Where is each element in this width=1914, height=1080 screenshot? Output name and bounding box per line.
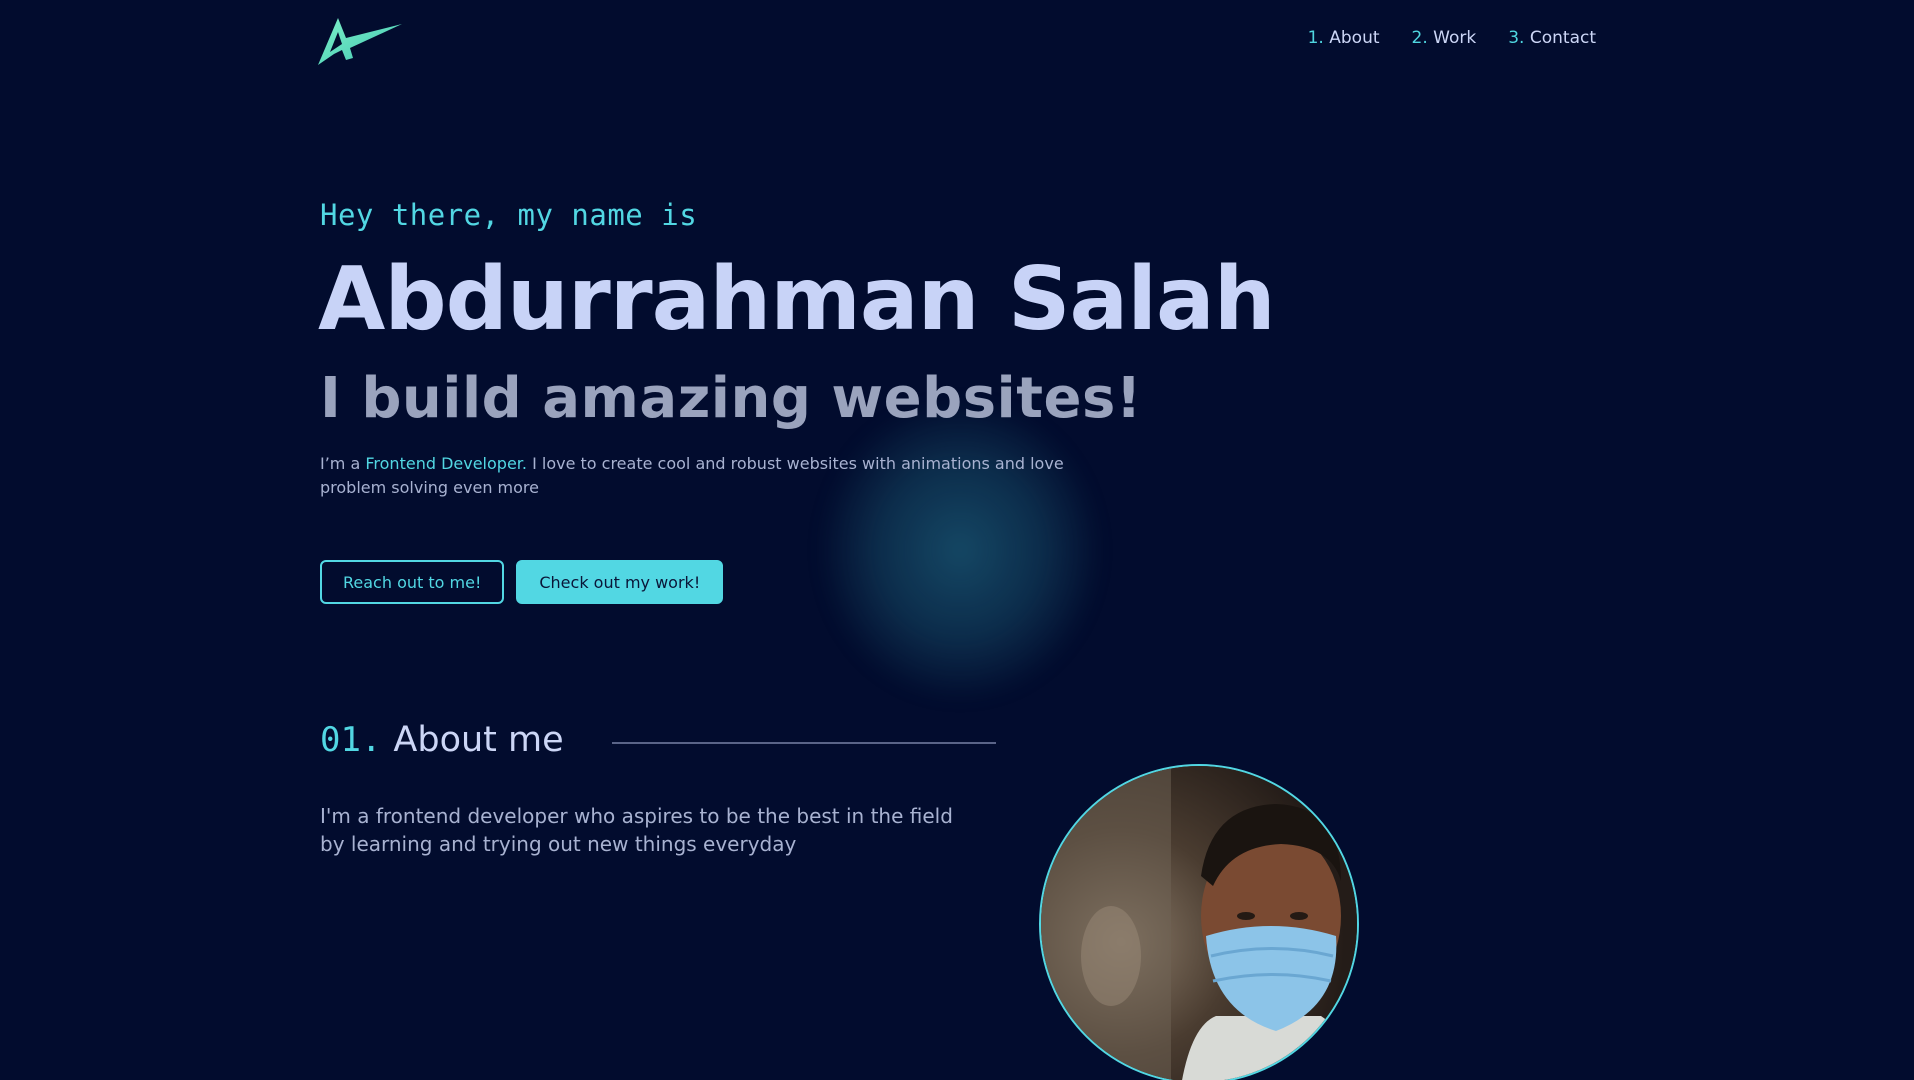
check-work-button[interactable]: Check out my work! [516,560,724,604]
site-header: 1. About 2. Work 3. Contact [0,0,1914,80]
nav-number: 2. [1411,28,1428,48]
background-glow [820,400,1100,700]
intro-role-highlight: Frontend Developer. [365,454,527,473]
about-heading: 01. About me [320,720,564,760]
about-text: I'm a frontend developer who aspires to … [320,804,953,856]
about-divider [612,742,996,744]
nav-number: 1. [1307,28,1324,48]
hero-name: Abdurrahman Salah [318,248,1276,350]
nav-label: Contact [1529,28,1596,48]
profile-photo [1039,764,1359,1080]
hero-intro: I’m a Frontend Developer. I love to crea… [320,452,1100,500]
nav-number: 3. [1508,28,1525,48]
about-section-number: 01. [320,720,382,760]
main-nav: 1. About 2. Work 3. Contact [1308,28,1596,48]
hero-section: Hey there, my name is Abdurrahman Salah … [318,198,1276,497]
hero-greeting: Hey there, my name is [320,198,698,232]
nav-link-contact[interactable]: 3. Contact [1508,28,1596,48]
profile-photo-illustration [1041,766,1357,1080]
hero-tagline: I build amazing websites! [320,366,1142,431]
nav-label: About [1329,28,1380,48]
nav-link-work[interactable]: 2. Work [1412,28,1477,48]
reach-out-button[interactable]: Reach out to me! [320,560,505,604]
nav-label: Work [1433,28,1477,48]
intro-text-start: I’m a [320,454,366,473]
about-section-title: About me [393,720,564,760]
hero-buttons: Reach out to me! Check out my work! [320,560,724,604]
logo-icon[interactable] [316,14,402,68]
nav-link-about[interactable]: 1. About [1308,28,1380,48]
